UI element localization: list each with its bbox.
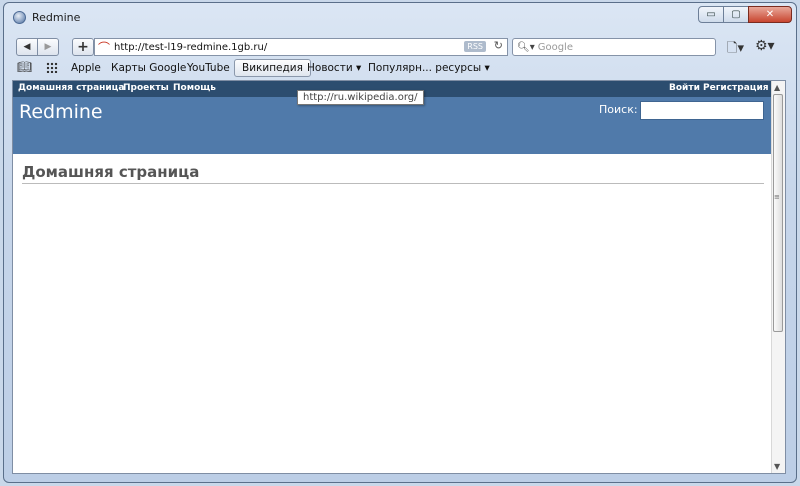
redmine-logo[interactable]: Redmine	[19, 101, 103, 123]
browser-icon	[13, 11, 26, 24]
top-sites-grid-icon[interactable]	[46, 62, 58, 73]
redmine-header: Redmine Поиск:	[13, 97, 773, 154]
rss-button[interactable]: RSS	[464, 41, 486, 52]
address-url: http://test-l19-redmine.1gb.ru/	[114, 41, 268, 53]
page-menu-icon[interactable]: 🗋▾	[727, 39, 744, 61]
page-title: Домашняя страница	[22, 163, 764, 184]
search-label: Поиск:	[599, 103, 638, 116]
back-button[interactable]: ◀	[16, 38, 38, 56]
menu-projects[interactable]: Проекты	[123, 83, 169, 93]
bookmark-wikipedia[interactable]: Википедия	[234, 59, 311, 77]
scroll-thumb[interactable]	[773, 94, 783, 332]
window-title: Redmine	[32, 11, 81, 24]
forward-button[interactable]: ▶	[37, 38, 59, 56]
bookmark-news-folder[interactable]: Новости ▾	[307, 60, 361, 76]
bookmark-google-maps[interactable]: Карты Google	[111, 60, 186, 76]
reload-icon[interactable]: ↻	[494, 39, 503, 52]
menu-home[interactable]: Домашняя страница	[18, 83, 124, 93]
address-bar[interactable]: ⌒ http://test-l19-redmine.1gb.ru/ RSS ↻	[94, 38, 508, 56]
search-field[interactable]: 🔍︎▾ Google	[512, 38, 716, 56]
search-icon: 🔍︎▾	[517, 41, 535, 53]
close-button[interactable]: ✕	[748, 6, 792, 23]
search-placeholder: Google	[537, 41, 573, 53]
gear-icon[interactable]: ⚙▾	[755, 38, 775, 54]
minimize-button[interactable]: ▭	[698, 6, 724, 23]
bookmark-youtube[interactable]: YouTube	[187, 60, 230, 76]
add-bookmark-button[interactable]: +	[72, 38, 94, 56]
menu-help[interactable]: Помощь	[173, 83, 216, 93]
bookmark-popular-folder[interactable]: Популярн... ресурсы ▾	[368, 60, 490, 76]
menu-login[interactable]: Войти	[669, 83, 700, 93]
link-tooltip: http://ru.wikipedia.org/	[297, 90, 424, 105]
bookmark-apple[interactable]: Apple	[71, 60, 101, 76]
page-viewport: Домашняя страница Проекты Помощь Войти Р…	[12, 80, 786, 474]
scroll-up-icon[interactable]: ▲	[774, 83, 780, 92]
vertical-scrollbar[interactable]: ▲ ≡ ▼	[771, 81, 785, 473]
bookmarks-book-icon[interactable]: 📖︎	[17, 60, 32, 74]
site-icon: ⌒	[98, 40, 111, 55]
scroll-down-icon[interactable]: ▼	[774, 462, 780, 471]
scroll-grip-icon: ≡	[774, 193, 780, 201]
redmine-search-input[interactable]	[640, 101, 764, 120]
title-bar: Redmine ▭ ▢ ✕	[4, 3, 796, 31]
menu-register[interactable]: Регистрация	[703, 83, 769, 93]
maximize-button[interactable]: ▢	[723, 6, 749, 23]
